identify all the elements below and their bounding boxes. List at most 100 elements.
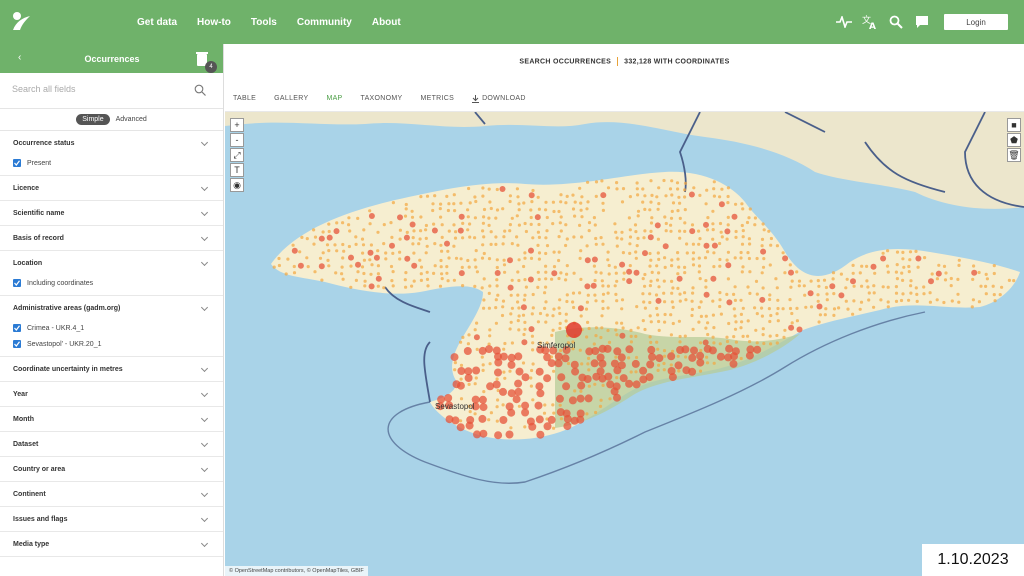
occurrence-dot[interactable] (984, 292, 988, 296)
occurrence-dot[interactable] (816, 299, 820, 303)
occurrence-dot[interactable] (528, 326, 535, 333)
occurrence-dot[interactable] (404, 271, 408, 275)
occurrence-dot[interactable] (445, 265, 449, 269)
occurrence-dot[interactable] (641, 319, 645, 323)
occurrence-dot[interactable] (565, 272, 569, 276)
occurrence-dot[interactable] (592, 342, 596, 346)
occurrence-dot[interactable] (473, 382, 477, 386)
occurrence-dot[interactable] (370, 263, 374, 267)
occurrence-dot[interactable] (433, 264, 437, 268)
occurrence-dot[interactable] (487, 223, 491, 227)
occurrence-dot[interactable] (662, 178, 666, 183)
occurrence-dot[interactable] (558, 311, 562, 316)
occurrence-dot[interactable] (508, 223, 512, 227)
occurrence-dot[interactable] (573, 389, 577, 393)
occurrence-dot[interactable] (584, 394, 593, 403)
occurrence-dot[interactable] (865, 264, 869, 268)
occurrence-dot[interactable] (634, 256, 638, 260)
occurrence-dot[interactable] (529, 384, 533, 388)
occurrence-dot[interactable] (614, 271, 618, 275)
occurrence-dot[interactable] (747, 256, 752, 261)
occurrence-dot[interactable] (824, 307, 828, 311)
occurrence-dot[interactable] (447, 229, 451, 233)
occurrence-dot[interactable] (704, 279, 708, 283)
filter-header[interactable]: Media type (0, 532, 223, 556)
occurrence-dot[interactable] (656, 207, 660, 211)
occurrence-dot[interactable] (767, 307, 772, 311)
occurrence-dot[interactable] (901, 292, 905, 296)
occurrence-dot[interactable] (418, 258, 422, 262)
occurrence-dot[interactable] (739, 356, 743, 361)
occurrence-dot[interactable] (688, 353, 697, 362)
occurrence-dot[interactable] (739, 312, 744, 316)
occurrence-dot[interactable] (502, 235, 506, 239)
occurrence-dot[interactable] (523, 221, 527, 226)
occurrence-dot[interactable] (699, 341, 703, 345)
occurrence-dot[interactable] (726, 194, 730, 199)
occurrence-dot[interactable] (739, 256, 743, 260)
occurrence-dot[interactable] (782, 335, 786, 339)
occurrence-dot[interactable] (412, 251, 416, 255)
occurrence-dot[interactable] (520, 304, 527, 311)
occurrence-dot[interactable] (571, 300, 575, 304)
occurrence-dot[interactable] (615, 279, 619, 283)
occurrence-dot[interactable] (614, 230, 618, 234)
occurrence-dot[interactable] (634, 370, 638, 374)
occurrence-dot[interactable] (746, 285, 750, 289)
occurrence-dot[interactable] (636, 193, 640, 197)
occurrence-dot[interactable] (544, 264, 548, 268)
occurrence-dot[interactable] (634, 355, 639, 360)
occurrence-dot[interactable] (699, 348, 703, 353)
occurrence-dot[interactable] (536, 430, 545, 439)
occurrence-dot[interactable] (711, 209, 715, 213)
occurrence-dot[interactable] (522, 201, 526, 205)
occurrence-dot[interactable] (516, 293, 520, 297)
occurrence-dot[interactable] (327, 229, 331, 234)
occurrence-dot[interactable] (606, 186, 611, 190)
occurrence-dot[interactable] (762, 228, 766, 232)
occurrence-dot[interactable] (762, 341, 766, 346)
occurrence-dot[interactable] (621, 251, 625, 255)
occurrence-dot[interactable] (790, 321, 794, 325)
occurrence-dot[interactable] (587, 384, 591, 388)
occurrence-dot[interactable] (732, 307, 736, 311)
occurrence-dot[interactable] (907, 270, 911, 274)
occurrence-dot[interactable] (452, 278, 456, 282)
occurrence-dot[interactable] (697, 270, 701, 274)
occurrence-dot[interactable] (641, 187, 645, 191)
occurrence-dot[interactable] (403, 214, 408, 218)
occurrence-dot[interactable] (748, 270, 752, 274)
occurrence-dot[interactable] (683, 221, 687, 225)
occurrence-dot[interactable] (626, 278, 633, 285)
occurrence-dot[interactable] (419, 278, 423, 282)
occurrence-dot[interactable] (499, 387, 507, 396)
occurrence-dot[interactable] (795, 270, 799, 274)
occurrence-dot[interactable] (495, 265, 499, 270)
occurrence-dot[interactable] (495, 208, 500, 212)
occurrence-dot[interactable] (603, 344, 612, 353)
occurrence-dot[interactable] (755, 256, 759, 261)
occurrence-dot[interactable] (531, 348, 535, 352)
occurrence-dot[interactable] (809, 279, 813, 283)
occurrence-dot[interactable] (643, 272, 647, 277)
occurrence-dot[interactable] (594, 180, 599, 184)
occurrence-dot[interactable] (703, 291, 710, 298)
occurrence-dot[interactable] (480, 256, 485, 260)
occurrence-dot[interactable] (579, 208, 583, 212)
occurrence-dot[interactable] (706, 216, 710, 220)
occurrence-dot[interactable] (320, 278, 324, 282)
occurrence-dot[interactable] (468, 222, 472, 226)
occurrence-dot[interactable] (599, 271, 603, 275)
occurrence-dot[interactable] (613, 284, 617, 288)
occurrence-dot[interactable] (676, 286, 680, 290)
occurrence-dot[interactable] (559, 215, 563, 219)
occurrence-dot[interactable] (992, 264, 996, 268)
occurrence-dot[interactable] (703, 242, 710, 249)
nav-how-to[interactable]: How-to (197, 17, 231, 28)
occurrence-dot[interactable] (761, 327, 765, 331)
occurrence-dot[interactable] (601, 299, 605, 303)
occurrence-dot[interactable] (671, 321, 675, 326)
occurrence-dot[interactable] (956, 292, 960, 296)
occurrence-dot[interactable] (832, 313, 836, 317)
occurrence-dot[interactable] (403, 234, 410, 241)
